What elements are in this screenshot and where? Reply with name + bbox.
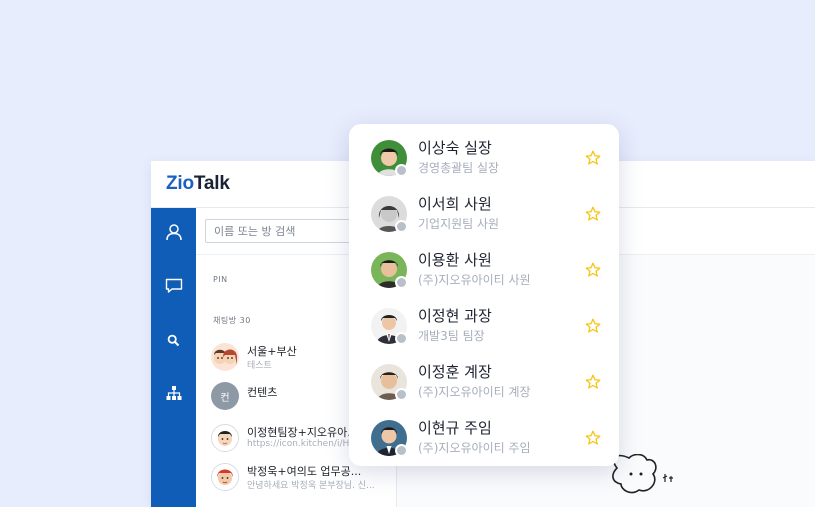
chat-room-item[interactable]: 박정욱+여의도 업무공... 안녕하세요 박정욱 본부장님. 신...	[211, 461, 391, 495]
search-nav-button[interactable]	[151, 324, 196, 356]
contact-item[interactable]: 이상숙 실장 경영총괄팀 실장	[349, 136, 619, 186]
star-icon[interactable]	[585, 206, 601, 222]
org-chart-icon	[166, 386, 181, 400]
chat-nav-button[interactable]	[151, 270, 196, 302]
contact-name: 이상숙 실장	[418, 139, 492, 157]
contact-name: 이정훈 계장	[418, 363, 492, 381]
star-icon[interactable]	[585, 374, 601, 390]
logo-talk: Talk	[193, 173, 230, 194]
contact-title: (주)지오유아이티 사원	[418, 273, 531, 287]
contact-title: 경영총괄팀 실장	[418, 161, 500, 175]
contact-item[interactable]: 이정훈 계장 (주)지오유아이티 계장	[349, 360, 619, 410]
cartoon-group-avatar	[211, 463, 239, 491]
person-icon	[165, 224, 182, 241]
cartoon-couple-avatar	[211, 343, 239, 371]
contact-name: 이현규 주임	[418, 419, 492, 437]
contact-name: 이서희 사원	[418, 195, 492, 213]
star-icon[interactable]	[585, 318, 601, 334]
chat-icon	[165, 278, 182, 293]
presence-status-dot	[395, 164, 408, 177]
room-name: 컨텐츠	[247, 386, 278, 399]
contact-item[interactable]: 이현규 주임 (주)지오유아이티 주임	[349, 416, 619, 466]
contact-title: 기업지원팀 사원	[418, 217, 500, 231]
zio-talk-logo: ZioTalk	[166, 173, 230, 195]
room-preview: 안녕하세요 박정욱 본부장님. 신...	[247, 481, 375, 491]
logo-zio: Zio	[166, 173, 194, 194]
presence-status-dot	[395, 388, 408, 401]
room-name: 박정욱+여의도 업무공...	[247, 465, 362, 478]
search-icon	[167, 334, 180, 346]
contact-item[interactable]: 이정현 과장 개발3팀 팀장	[349, 304, 619, 354]
doodle-character-illustration	[612, 454, 673, 494]
cartoon-man-avatar	[211, 424, 239, 452]
contact-title: (주)지오유아이티 주임	[418, 441, 531, 455]
presence-status-dot	[395, 444, 408, 457]
room-name: 이정현팀장+지오유아...	[247, 426, 358, 439]
rooms-section-label: 채팅방 30	[213, 316, 251, 325]
contact-title: 개발3팀 팀장	[418, 329, 485, 343]
contact-name: 이용환 사원	[418, 251, 492, 269]
contacts-nav-button[interactable]	[151, 216, 196, 248]
pin-section-label: PIN	[213, 275, 228, 284]
nav-rail	[151, 208, 196, 507]
star-icon[interactable]	[585, 430, 601, 446]
contacts-popup: 이상숙 실장 경영총괄팀 실장 이서희 사원 기업지원팀 사원 이용환 사원 (…	[349, 124, 619, 466]
org-chart-nav-button[interactable]	[151, 377, 196, 409]
presence-status-dot	[395, 276, 408, 289]
contact-item[interactable]: 이서희 사원 기업지원팀 사원	[349, 192, 619, 242]
star-icon[interactable]	[585, 150, 601, 166]
search-input[interactable]	[205, 219, 355, 243]
letter-avatar: 컨	[211, 382, 239, 410]
presence-status-dot	[395, 332, 408, 345]
room-name: 서울+부산	[247, 345, 297, 358]
contact-name: 이정현 과장	[418, 307, 492, 325]
contact-title: (주)지오유아이티 계장	[418, 385, 531, 399]
contact-item[interactable]: 이용환 사원 (주)지오유아이티 사원	[349, 248, 619, 298]
star-icon[interactable]	[585, 262, 601, 278]
presence-status-dot	[395, 220, 408, 233]
